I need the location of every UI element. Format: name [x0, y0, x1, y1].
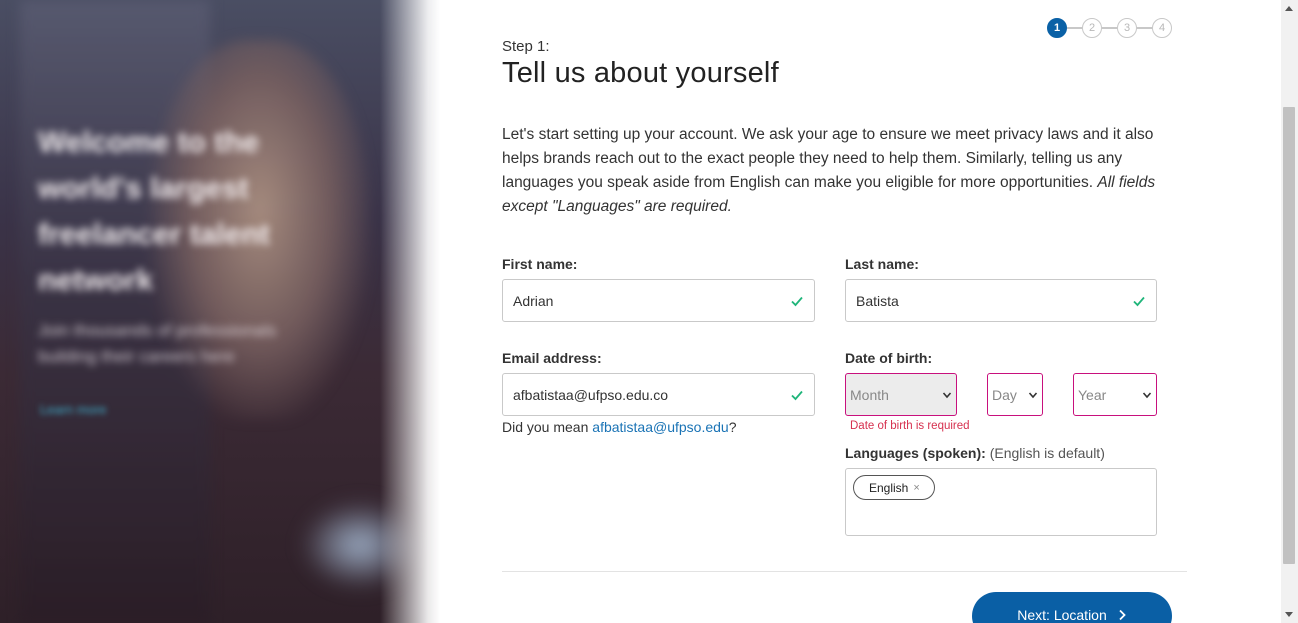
hero-subtitle: Join thousands of professionals building… — [38, 321, 277, 366]
languages-hint: (English is default) — [989, 445, 1105, 461]
email-field[interactable]: afbatistaa@ufpso.edu.co — [502, 373, 815, 416]
dob-error-message: Date of birth is required — [850, 420, 970, 432]
step-3-indicator: 3 — [1117, 18, 1137, 38]
last-name-label: Last name: — [845, 256, 919, 272]
scrollbar-thumb[interactable] — [1283, 107, 1295, 564]
next-location-button[interactable]: Next: Location — [972, 592, 1172, 623]
first-name-value: Adrian — [513, 292, 554, 309]
next-button-label: Next: Location — [1017, 607, 1107, 623]
dob-year-select[interactable]: Year — [1073, 373, 1157, 416]
hero-link[interactable]: Learn more — [40, 402, 106, 417]
progress-stepper: 1 2 3 4 — [1047, 18, 1172, 38]
first-name-label: First name: — [502, 256, 578, 272]
language-chip: English × — [853, 475, 935, 500]
dob-day-select[interactable]: Day — [987, 373, 1043, 416]
form-divider — [502, 571, 1187, 572]
first-name-field[interactable]: Adrian — [502, 279, 815, 322]
email-value: afbatistaa@ufpso.edu.co — [513, 386, 669, 403]
hero-panel: Welcome to the world's largest freelance… — [0, 0, 440, 623]
email-suggestion: Did you mean afbatistaa@ufpso.edu? — [502, 419, 737, 435]
languages-input[interactable]: English × — [845, 468, 1157, 536]
email-suggestion-prefix: Did you mean — [502, 419, 593, 435]
languages-label-text: Languages (spoken): — [845, 445, 986, 461]
page-scrollbar[interactable] — [1281, 0, 1298, 623]
email-label: Email address: — [502, 350, 602, 366]
valid-check-icon — [791, 296, 803, 306]
hero-title: Welcome to the world's largest freelance… — [38, 126, 270, 297]
remove-chip-icon[interactable]: × — [913, 482, 919, 494]
email-suggestion-link[interactable]: afbatistaa@ufpso.edu — [592, 419, 728, 435]
dob-day-value: Day — [992, 386, 1017, 403]
step-4-indicator: 4 — [1152, 18, 1172, 38]
dob-year-value: Year — [1078, 386, 1107, 403]
step-2-indicator: 2 — [1082, 18, 1102, 38]
scroll-down-icon[interactable] — [1285, 612, 1293, 617]
languages-label: Languages (spoken): (English is default) — [845, 445, 1105, 461]
dob-month-value: Month — [850, 386, 889, 403]
language-chip-label: English — [869, 480, 909, 495]
intro-text: Let's start setting up your account. We … — [502, 123, 1182, 219]
chevron-right-icon — [1119, 609, 1126, 621]
dob-month-select[interactable]: Month — [845, 373, 957, 416]
step-1-indicator: 1 — [1047, 18, 1067, 38]
dob-label: Date of birth: — [845, 350, 933, 366]
scroll-up-icon[interactable] — [1285, 6, 1293, 11]
last-name-field[interactable]: Batista — [845, 279, 1157, 322]
chevron-down-icon — [1142, 391, 1152, 398]
hero-background-image — [0, 0, 440, 623]
step-label: Step 1: — [502, 38, 550, 55]
chevron-down-icon — [1028, 391, 1038, 398]
page-title: Tell us about yourself — [502, 57, 779, 89]
email-suggestion-suffix: ? — [728, 419, 737, 435]
intro-body: Let's start setting up your account. We … — [502, 126, 1154, 191]
chevron-down-icon — [942, 391, 952, 398]
last-name-value: Batista — [856, 292, 899, 309]
valid-check-icon — [1133, 296, 1145, 306]
valid-check-icon — [791, 390, 803, 400]
